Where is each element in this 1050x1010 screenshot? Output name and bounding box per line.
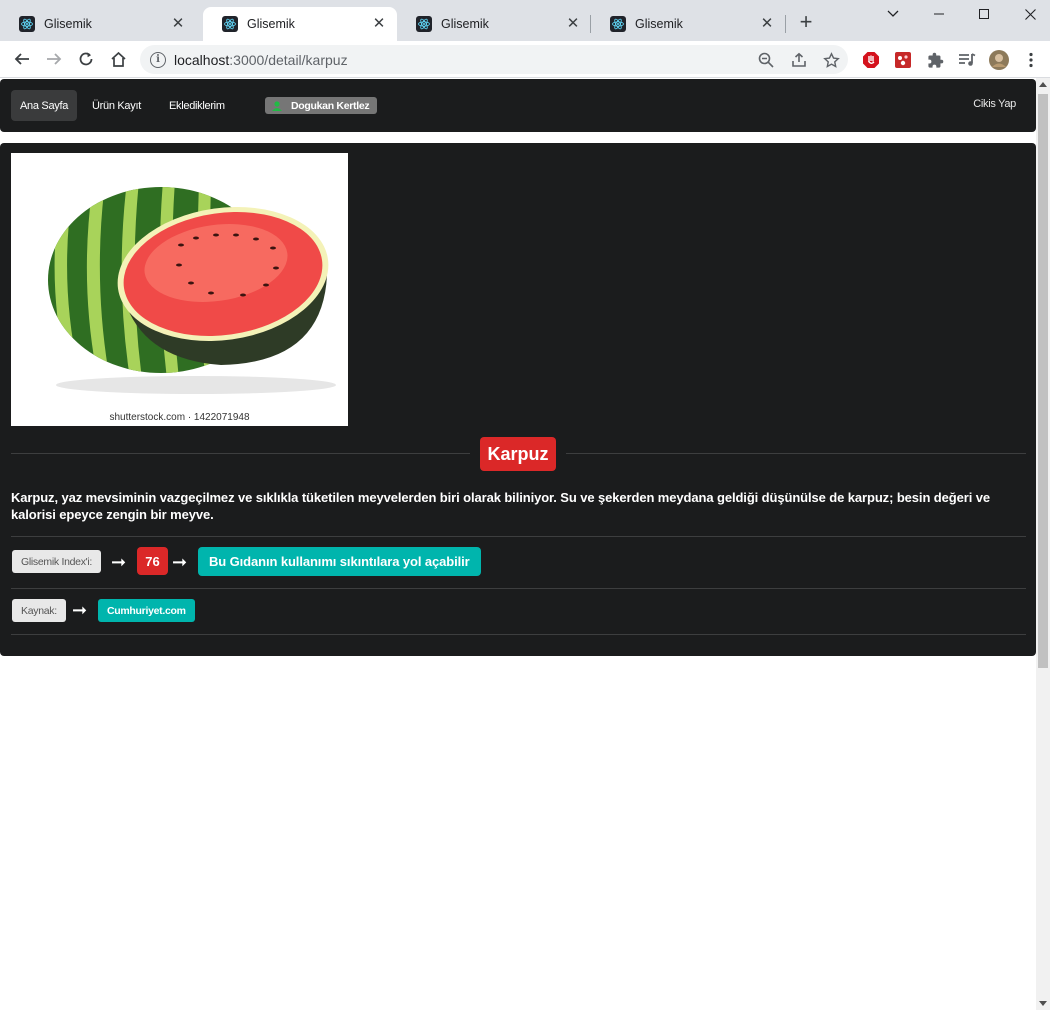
tab-search-chevron-icon[interactable] xyxy=(870,4,916,24)
nav-item-ana-sayfa[interactable]: Ana Sayfa xyxy=(11,90,78,121)
address-bar[interactable]: i localhost:3000/detail/karpuz xyxy=(140,45,848,74)
arrow-right-icon: ➞ xyxy=(72,600,88,620)
url-text: localhost:3000/detail/karpuz xyxy=(174,51,348,68)
page-scrollbar[interactable] xyxy=(1036,78,1050,1010)
browser-tab-1[interactable]: Glisemik ✕ xyxy=(0,7,196,41)
share-icon[interactable] xyxy=(790,51,808,69)
home-icon[interactable] xyxy=(105,46,131,72)
react-favicon-icon xyxy=(610,16,626,32)
minimize-icon[interactable] xyxy=(916,4,962,24)
site-info-icon[interactable]: i xyxy=(150,51,166,68)
glycemic-index-value: 76 xyxy=(137,547,168,575)
tab-separator xyxy=(785,15,786,33)
tab-close-icon[interactable]: ✕ xyxy=(170,16,186,32)
divider xyxy=(11,536,1026,537)
extensions-puzzle-icon[interactable] xyxy=(925,50,945,70)
tab-title: Glisemik xyxy=(247,17,295,31)
adblock-extension-icon[interactable] xyxy=(861,50,881,70)
product-description: Karpuz, yaz mevsiminin vazgeçilmez ve sı… xyxy=(11,490,990,522)
divider xyxy=(11,588,1026,589)
watermelon-illustration xyxy=(48,187,336,394)
arrow-right-icon: ➞ xyxy=(172,552,188,572)
top-navbar: Ana Sayfa Ürün Kayıt Eklediklerim Doguka… xyxy=(0,79,1036,132)
source-link[interactable]: Cumhuriyet.com xyxy=(98,599,195,622)
scrollbar-thumb[interactable] xyxy=(1038,94,1048,668)
react-favicon-icon xyxy=(416,16,432,32)
reload-icon[interactable] xyxy=(73,46,99,72)
tab-close-icon[interactable]: ✕ xyxy=(371,16,387,32)
browser-tab-strip: Glisemik ✕ Glisemik ✕ Glisemik ✕ Glisemi… xyxy=(0,0,1050,41)
profile-avatar[interactable] xyxy=(989,50,1009,70)
browser-tab-3[interactable]: Glisemik ✕ xyxy=(397,7,591,41)
maximize-icon[interactable] xyxy=(961,4,1007,24)
nav-item-eklediklerim[interactable]: Eklediklerim xyxy=(160,90,234,121)
more-menu-icon[interactable] xyxy=(1021,50,1041,70)
title-divider-left xyxy=(11,453,470,454)
window-close-icon[interactable] xyxy=(1007,4,1050,24)
browser-tab-4[interactable]: Glisemik ✕ xyxy=(591,7,785,41)
bookmark-star-icon[interactable] xyxy=(822,51,840,69)
tab-title: Glisemik xyxy=(44,17,92,31)
title-divider-right xyxy=(566,453,1026,454)
user-name: Dogukan Kertlez xyxy=(291,99,370,112)
divider xyxy=(11,634,1026,635)
image-caption: shutterstock.com · 1422071948 xyxy=(109,412,250,423)
tab-close-icon[interactable]: ✕ xyxy=(565,16,581,32)
source-label: Kaynak: xyxy=(12,599,66,622)
arrow-right-icon: ➞ xyxy=(111,552,127,572)
glycemic-index-label: Glisemik Index'i: xyxy=(12,550,102,573)
react-favicon-icon xyxy=(222,16,238,32)
page-viewport: Ana Sayfa Ürün Kayıt Eklediklerim Doguka… xyxy=(0,78,1036,1010)
user-icon xyxy=(272,100,282,111)
react-favicon-icon xyxy=(19,16,35,32)
product-title: Karpuz xyxy=(480,437,556,471)
logout-link[interactable]: Cikis Yap xyxy=(973,98,1016,110)
tab-title: Glisemik xyxy=(635,17,683,31)
color-picker-extension-icon[interactable] xyxy=(893,50,913,70)
detail-segment: shutterstock.com · 1422071948 Karpuz Kar… xyxy=(0,143,1036,656)
scroll-down-icon[interactable] xyxy=(1039,1001,1047,1006)
browser-toolbar: i localhost:3000/detail/karpuz xyxy=(0,41,1050,78)
nav-item-urun-kayit[interactable]: Ürün Kayıt xyxy=(83,90,150,121)
user-label: Dogukan Kertlez xyxy=(265,97,378,114)
product-image: shutterstock.com · 1422071948 xyxy=(11,153,348,426)
media-control-icon[interactable] xyxy=(957,50,977,70)
tab-title: Glisemik xyxy=(441,17,489,31)
glycemic-warning-label: Bu Gıdanın kullanımı sıkıntılara yol aça… xyxy=(198,547,481,576)
forward-arrow-icon[interactable] xyxy=(41,46,67,72)
zoom-icon[interactable] xyxy=(757,51,775,69)
new-tab-button[interactable]: + xyxy=(794,11,818,35)
scroll-up-icon[interactable] xyxy=(1039,82,1047,87)
tab-close-icon[interactable]: ✕ xyxy=(759,16,775,32)
browser-tab-2[interactable]: Glisemik ✕ xyxy=(203,7,397,41)
back-arrow-icon[interactable] xyxy=(9,46,35,72)
